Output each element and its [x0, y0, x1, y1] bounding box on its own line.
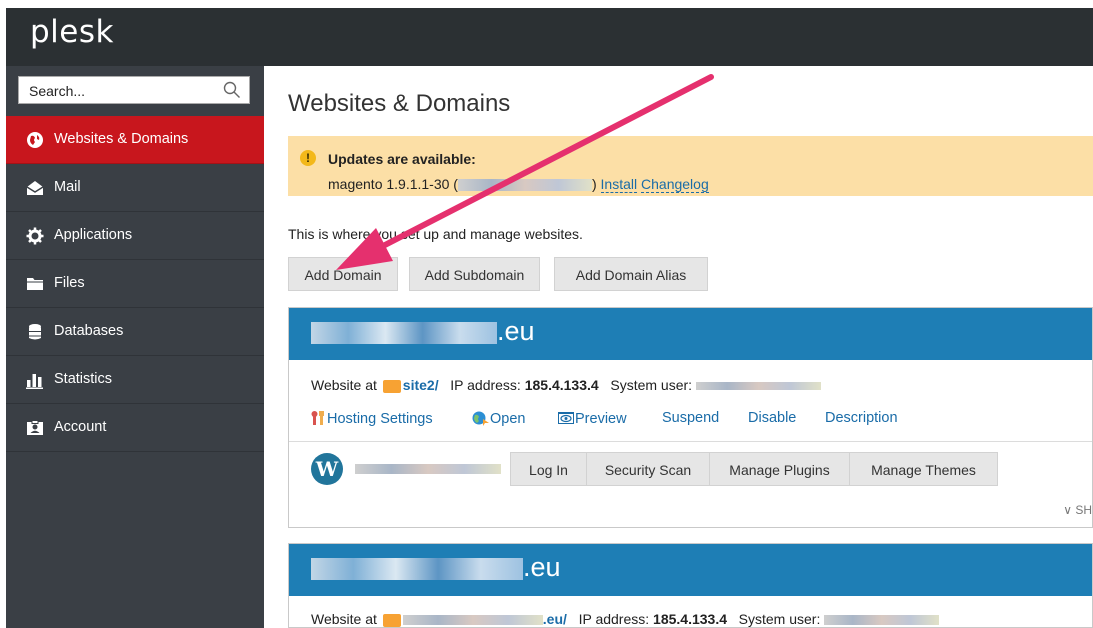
chevron-down-icon: ∨	[1063, 503, 1072, 517]
sidebar-item-label: Websites & Domains	[54, 131, 189, 147]
alert-title: Updates are available:	[328, 151, 476, 167]
warning-icon: !	[300, 150, 316, 166]
tools-icon	[311, 411, 324, 425]
sidebar-item-websites-domains[interactable]: Websites & Domains	[6, 116, 264, 164]
manage-themes-button[interactable]: Manage Themes	[849, 452, 998, 486]
top-bar: plesk	[6, 8, 1093, 66]
preview-icon	[558, 412, 574, 424]
sidebar-item-label: Statistics	[54, 371, 113, 387]
sidebar-item-applications[interactable]: Applications	[6, 212, 264, 260]
divider	[289, 441, 1092, 442]
ip-label: IP address:	[578, 611, 650, 627]
redacted-text	[311, 557, 523, 580]
preview-label: Preview	[575, 411, 627, 427]
gear-icon	[26, 227, 44, 245]
ip-label: IP address:	[450, 377, 521, 393]
domain-header[interactable]: .eu	[289, 544, 1092, 596]
hosting-settings-label: Hosting Settings	[327, 411, 433, 427]
open-label: Open	[490, 411, 526, 427]
redacted-text	[355, 464, 501, 474]
show-more-toggle[interactable]: ∨ SH	[1063, 503, 1092, 517]
system-user-label: System user:	[738, 611, 821, 627]
intro-text: This is where you set up and manage webs…	[288, 226, 583, 242]
site-folder-link[interactable]: site2/	[403, 377, 439, 393]
redacted-text	[824, 615, 940, 626]
bar-chart-icon	[26, 374, 43, 389]
sidebar-item-databases[interactable]: Databases	[6, 308, 264, 356]
redacted-text	[402, 615, 543, 626]
open-globe-icon	[472, 411, 489, 426]
security-scan-button[interactable]: Security Scan	[586, 452, 710, 486]
sidebar-item-files[interactable]: Files	[6, 260, 264, 308]
suspend-link[interactable]: Suspend	[662, 410, 719, 426]
domain-card: .eu Website at .eu/ IP address: 185.4.13…	[288, 543, 1093, 628]
redacted-text	[311, 321, 497, 344]
domain-header[interactable]: .eu	[289, 308, 1092, 360]
website-at-label: Website at	[311, 377, 377, 393]
add-domain-button[interactable]: Add Domain	[288, 257, 398, 291]
package-version: magento 1.9.1.1-30 (	[328, 176, 458, 192]
page-title: Websites & Domains	[288, 90, 511, 117]
folder-icon	[382, 613, 401, 627]
redacted-text	[457, 179, 592, 192]
package-version-end: )	[591, 176, 597, 192]
domain-info: Website at .eu/ IP address: 185.4.133.4 …	[311, 611, 940, 627]
search-input[interactable]	[27, 81, 211, 101]
sidebar-item-label: Databases	[54, 323, 124, 339]
globe-icon	[27, 132, 43, 148]
description-link[interactable]: Description	[825, 410, 898, 426]
system-user-label: System user:	[610, 377, 693, 393]
domain-suffix: .eu	[497, 316, 535, 346]
changelog-link[interactable]: Changelog	[641, 176, 709, 193]
sidebar-item-label: Mail	[54, 179, 81, 195]
preview-link[interactable]: Preview	[557, 410, 627, 427]
redacted-text	[695, 382, 821, 391]
disable-link[interactable]: Disable	[748, 410, 796, 426]
domain-name[interactable]: .eu	[311, 552, 561, 583]
main-content: Websites & Domains ! Updates are availab…	[264, 66, 1093, 628]
wordpress-icon: W	[311, 453, 343, 485]
plesk-logo[interactable]: plesk	[30, 14, 114, 50]
sidebar-item-account[interactable]: Account	[6, 404, 264, 452]
sidebar-item-mail[interactable]: Mail	[6, 164, 264, 212]
show-more-label: SH	[1075, 503, 1092, 517]
site-folder-link[interactable]: .eu/	[543, 611, 567, 627]
ip-address: 185.4.133.4	[524, 377, 599, 393]
sidebar-item-label: Applications	[54, 227, 133, 243]
sidebar-item-label: Account	[54, 419, 107, 435]
manage-plugins-button[interactable]: Manage Plugins	[709, 452, 850, 486]
website-at-label: Website at	[311, 611, 377, 627]
envelope-icon	[26, 181, 44, 195]
sidebar: Websites & Domains Mail Applications Fil…	[6, 66, 264, 628]
folder-icon	[382, 379, 401, 393]
install-link[interactable]: Install	[600, 176, 638, 193]
open-link[interactable]: Open	[472, 410, 525, 427]
domain-card: .eu Website at site2/ IP address: 185.4.…	[288, 307, 1093, 528]
domain-name[interactable]: .eu	[311, 316, 535, 347]
alert-message: magento 1.9.1.1-30 () Install Changelog	[328, 176, 709, 193]
wp-log-in-button[interactable]: Log In	[510, 452, 587, 486]
updates-alert: ! Updates are available: magento 1.9.1.1…	[288, 136, 1093, 196]
domain-info: Website at site2/ IP address: 185.4.133.…	[311, 377, 821, 393]
sidebar-item-statistics[interactable]: Statistics	[6, 356, 264, 404]
database-icon	[29, 324, 41, 340]
folder-icon	[27, 278, 43, 290]
hosting-settings-link[interactable]: Hosting Settings	[311, 410, 433, 427]
search-box[interactable]	[18, 76, 250, 104]
domain-suffix: .eu	[523, 552, 561, 582]
add-domain-alias-button[interactable]: Add Domain Alias	[554, 257, 708, 291]
sidebar-item-label: Files	[54, 275, 85, 291]
add-subdomain-button[interactable]: Add Subdomain	[409, 257, 540, 291]
ip-address: 185.4.133.4	[653, 611, 727, 627]
id-card-icon	[27, 420, 43, 435]
search-icon[interactable]	[223, 81, 241, 99]
